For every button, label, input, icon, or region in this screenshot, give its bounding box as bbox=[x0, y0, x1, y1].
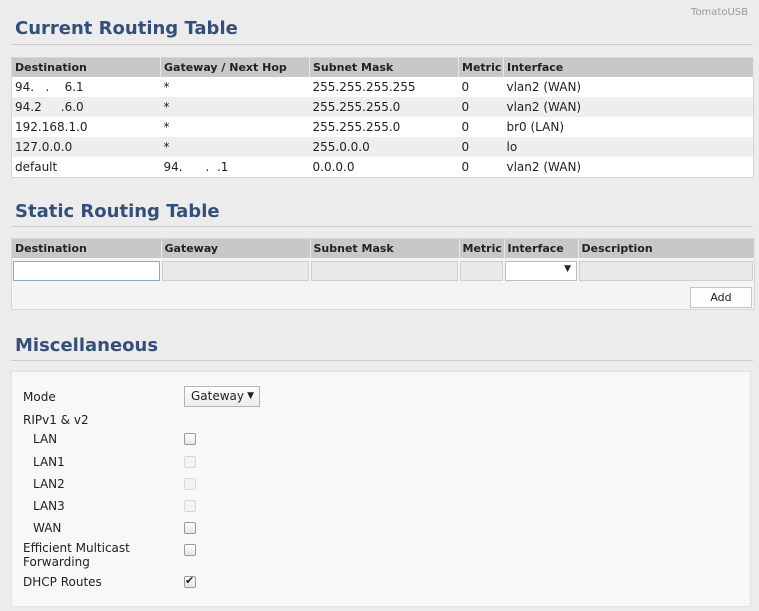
cell-destination: 127.0.0.0 bbox=[11, 137, 161, 157]
cell-gateway: * bbox=[160, 117, 310, 137]
rip-lan-checkbox[interactable] bbox=[184, 433, 196, 445]
col-metric: Metric bbox=[459, 239, 505, 258]
cell-gateway: 94. . .1 bbox=[160, 157, 310, 178]
current-routing-table: Destination Gateway / Next Hop Subnet Ma… bbox=[11, 57, 754, 178]
cell-destination: 94.2 .6.0 bbox=[11, 97, 161, 117]
col-subnet-mask: Subnet Mask bbox=[310, 239, 460, 258]
miscellaneous-panel bbox=[11, 371, 751, 607]
cell-gateway: * bbox=[160, 77, 310, 97]
divider bbox=[11, 360, 753, 361]
rip-lan1-label: LAN1 bbox=[33, 455, 65, 469]
new-route-row: ▼ bbox=[12, 258, 754, 283]
rip-label: RIPv1 & v2 bbox=[23, 413, 89, 427]
cell-metric: 0 bbox=[458, 117, 504, 137]
dhcp-routes-checkbox[interactable]: ✔ bbox=[184, 574, 196, 588]
interface-select[interactable]: ▼ bbox=[505, 260, 577, 281]
subnet-mask-input[interactable] bbox=[311, 260, 458, 281]
rip-lan1-checkbox bbox=[184, 456, 196, 468]
col-interface: Interface bbox=[503, 57, 754, 77]
cell-destination: 192.168.1.0 bbox=[11, 117, 161, 137]
col-interface: Interface bbox=[504, 239, 579, 258]
cell-interface: br0 (LAN) bbox=[503, 117, 754, 137]
cell-interface: lo bbox=[503, 137, 754, 157]
table-row: default 94. . .1 0.0.0.0 0 vlan2 (WAN) bbox=[11, 157, 754, 178]
destination-input[interactable] bbox=[13, 260, 160, 281]
col-gateway: Gateway bbox=[161, 239, 311, 258]
col-destination: Destination bbox=[11, 57, 161, 77]
cell-destination: 94. . 6.1 bbox=[11, 77, 161, 97]
static-routing-table: Destination Gateway Subnet Mask Metric I… bbox=[12, 239, 755, 283]
description-input[interactable] bbox=[579, 260, 753, 281]
table-row: 127.0.0.0 * 255.0.0.0 0 lo bbox=[11, 137, 754, 157]
metric-input[interactable] bbox=[460, 260, 503, 281]
rip-lan3-checkbox bbox=[184, 500, 196, 512]
mode-value: Gateway bbox=[191, 389, 245, 403]
cell-destination: default bbox=[11, 157, 161, 178]
table-row: 192.168.1.0 * 255.255.255.0 0 br0 (LAN) bbox=[11, 117, 754, 137]
emf-label-line1: Efficient Multicast bbox=[23, 541, 130, 555]
chevron-down-icon: ▼ bbox=[247, 391, 254, 401]
dhcp-routes-label: DHCP Routes bbox=[23, 575, 102, 589]
cell-gateway: * bbox=[160, 97, 310, 117]
cell-metric: 0 bbox=[458, 97, 504, 117]
divider bbox=[11, 44, 753, 45]
cell-metric: 0 bbox=[458, 157, 504, 178]
chevron-down-icon: ▼ bbox=[564, 263, 571, 274]
cell-interface: vlan2 (WAN) bbox=[503, 157, 754, 178]
col-destination: Destination bbox=[12, 239, 162, 258]
table-header-row: Destination Gateway / Next Hop Subnet Ma… bbox=[11, 57, 754, 77]
divider bbox=[11, 226, 753, 227]
rip-lan3-label: LAN3 bbox=[33, 499, 65, 513]
rip-wan-label: WAN bbox=[33, 521, 62, 535]
col-metric: Metric bbox=[458, 57, 504, 77]
add-route-button[interactable]: Add bbox=[690, 287, 752, 308]
table-row: 94. . 6.1 * 255.255.255.255 0 vlan2 (WAN… bbox=[11, 77, 754, 97]
static-routing-panel: Destination Gateway Subnet Mask Metric I… bbox=[11, 238, 755, 310]
table-row: 94.2 .6.0 * 255.255.255.0 0 vlan2 (WAN) bbox=[11, 97, 754, 117]
emf-checkbox[interactable] bbox=[184, 544, 196, 556]
cell-gateway: * bbox=[160, 137, 310, 157]
rip-wan-checkbox[interactable] bbox=[184, 522, 196, 534]
checkmark-icon: ✔ bbox=[185, 574, 195, 587]
rip-lan2-checkbox bbox=[184, 478, 196, 490]
table-header-row: Destination Gateway Subnet Mask Metric I… bbox=[12, 239, 755, 258]
brand-label: TomatoUSB bbox=[691, 7, 748, 18]
static-routing-title: Static Routing Table bbox=[15, 201, 220, 222]
emf-label-line2: Forwarding bbox=[23, 555, 90, 569]
cell-interface: vlan2 (WAN) bbox=[503, 77, 754, 97]
cell-metric: 0 bbox=[458, 137, 504, 157]
mode-select[interactable]: Gateway ▼ bbox=[184, 386, 260, 407]
cell-subnet-mask: 255.0.0.0 bbox=[309, 137, 459, 157]
cell-interface: vlan2 (WAN) bbox=[503, 97, 754, 117]
current-routing-title: Current Routing Table bbox=[15, 18, 238, 39]
cell-subnet-mask: 0.0.0.0 bbox=[309, 157, 459, 178]
col-description: Description bbox=[578, 239, 755, 258]
gateway-input[interactable] bbox=[162, 260, 309, 281]
cell-subnet-mask: 255.255.255.0 bbox=[309, 117, 459, 137]
cell-metric: 0 bbox=[458, 77, 504, 97]
col-gateway: Gateway / Next Hop bbox=[160, 57, 310, 77]
cell-subnet-mask: 255.255.255.255 bbox=[309, 77, 459, 97]
rip-lan-label: LAN bbox=[33, 432, 58, 446]
cell-subnet-mask: 255.255.255.0 bbox=[309, 97, 459, 117]
miscellaneous-title: Miscellaneous bbox=[15, 335, 159, 356]
rip-lan2-label: LAN2 bbox=[33, 477, 65, 491]
mode-label: Mode bbox=[23, 390, 56, 404]
col-subnet-mask: Subnet Mask bbox=[309, 57, 459, 77]
